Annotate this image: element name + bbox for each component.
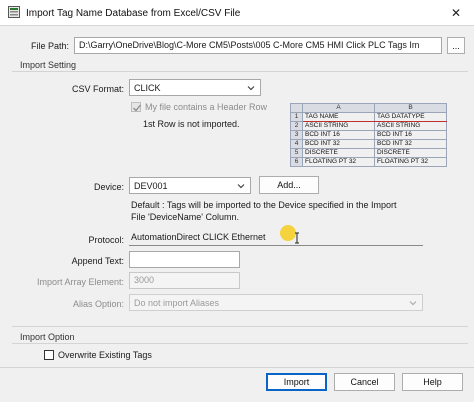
alias-option-select[interactable]: Do not import Aliases — [129, 294, 423, 311]
table-cell: DISCRETE — [374, 148, 447, 158]
device-label: Device: — [93, 182, 124, 192]
browse-button[interactable]: ... — [447, 37, 465, 54]
column-header: A — [302, 103, 375, 113]
column-header: B — [374, 103, 447, 113]
table-cell: DISCRETE — [302, 148, 375, 158]
chevron-down-icon — [247, 85, 255, 90]
device-value: DEV001 — [134, 180, 168, 191]
row-number: 2 — [290, 121, 303, 131]
row-number: 6 — [290, 157, 303, 167]
table-row: 3 BCD INT 16 BCD INT 16 — [290, 130, 447, 140]
footer-divider — [0, 367, 474, 368]
table-row: 4 BCD INT 32 BCD INT 32 — [290, 139, 447, 149]
table-cell: BCD INT 32 — [302, 139, 375, 149]
file-path-label: File Path: — [31, 41, 70, 51]
csv-format-select[interactable]: CLICK — [129, 79, 261, 96]
section-divider — [12, 71, 468, 72]
row-number: 1 — [290, 112, 303, 122]
window-title: Import Tag Name Database from Excel/CSV … — [26, 8, 241, 19]
corner-cell — [290, 103, 303, 113]
first-row-note: 1st Row is not imported. — [143, 119, 240, 129]
table-cell: ASCII STRING — [302, 121, 375, 131]
close-icon: ✕ — [450, 6, 462, 20]
text-cursor-icon — [294, 232, 300, 247]
table-row: 2 ASCII STRING ASCII STRING — [290, 121, 447, 131]
table-cell: TAG DATATYPE — [374, 112, 447, 122]
chevron-down-icon — [237, 183, 245, 188]
add-device-button[interactable]: Add... — [259, 176, 319, 194]
device-note-line2: File 'DeviceName' Column. — [131, 212, 239, 222]
csv-format-label: CSV Format: — [71, 84, 124, 94]
csv-format-value: CLICK — [134, 82, 161, 93]
cancel-button[interactable]: Cancel — [334, 373, 395, 391]
alias-option-value: Do not import Aliases — [134, 297, 220, 308]
table-cell: FLOATING PT 32 — [302, 157, 375, 167]
table-row: 5 DISCRETE DISCRETE — [290, 148, 447, 158]
device-select[interactable]: DEV001 — [129, 177, 251, 194]
row-number: 3 — [290, 130, 303, 140]
import-array-label: Import Array Element: — [36, 277, 124, 287]
header-row-label: My file contains a Header Row — [145, 102, 268, 112]
import-db-icon — [8, 6, 20, 18]
row-number: 5 — [290, 148, 303, 158]
table-cell: BCD INT 32 — [374, 139, 447, 149]
table-cell: BCD INT 16 — [302, 130, 375, 140]
table-row: 6 FLOATING PT 32 FLOATING PT 32 — [290, 157, 447, 167]
import-array-input[interactable]: 3000 — [129, 272, 240, 289]
protocol-label: Protocol: — [88, 235, 124, 245]
alias-option-label: Alias Option: — [72, 299, 124, 309]
import-option-title: Import Option — [20, 332, 75, 342]
help-button[interactable]: Help — [402, 373, 463, 391]
import-setting-title: Import Setting — [20, 60, 77, 70]
check-icon — [133, 104, 142, 112]
append-text-label: Append Text: — [71, 256, 124, 266]
table-cell: TAG NAME — [302, 112, 375, 122]
section-divider — [12, 326, 468, 327]
header-row-checkbox[interactable] — [131, 102, 142, 112]
overwrite-checkbox[interactable] — [44, 350, 54, 360]
table-row: 1 TAG NAME TAG DATATYPE — [290, 112, 447, 122]
csv-preview-table: A B 1 TAG NAME TAG DATATYPE 2 ASCII STRI… — [290, 103, 447, 167]
import-button[interactable]: Import — [266, 373, 327, 391]
table-cell: BCD INT 16 — [374, 130, 447, 140]
close-button[interactable]: ✕ — [442, 2, 470, 24]
overwrite-label: Overwrite Existing Tags — [58, 350, 152, 360]
section-divider — [12, 343, 468, 344]
row-number: 4 — [290, 139, 303, 149]
table-cell: ASCII STRING — [374, 121, 447, 131]
protocol-field: AutomationDirect CLICK Ethernet — [129, 230, 423, 246]
device-note-line1: Default : Tags will be imported to the D… — [131, 200, 397, 210]
chevron-down-icon — [409, 300, 417, 305]
file-path-input[interactable]: D:\Garry\OneDrive\Blog\C-More CM5\Posts\… — [74, 37, 442, 54]
append-text-input[interactable] — [129, 251, 240, 268]
table-cell: FLOATING PT 32 — [374, 157, 447, 167]
